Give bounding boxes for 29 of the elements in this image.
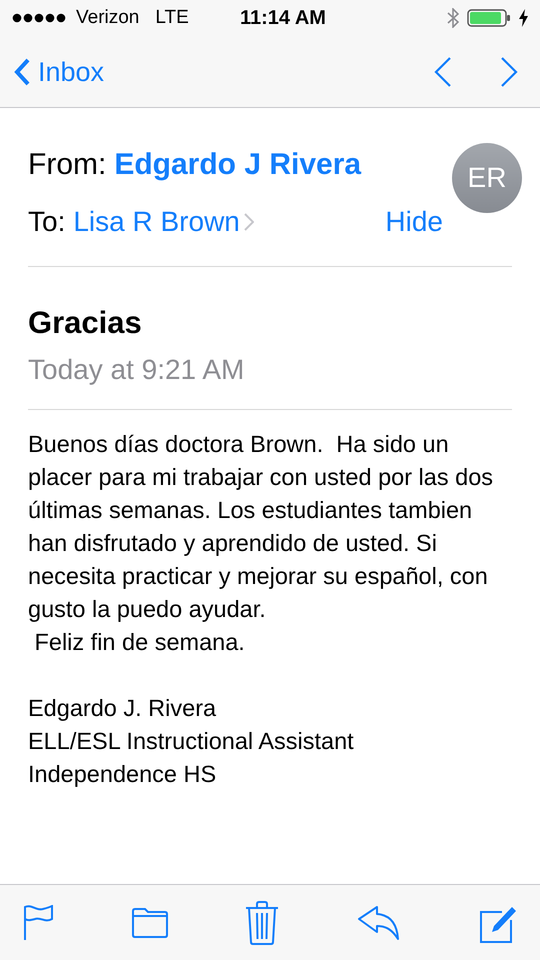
next-button[interactable] — [500, 57, 518, 87]
folder-button[interactable] — [132, 906, 168, 938]
message-paragraph: Buenos días doctora Brown. Ha sido un placer para mi trabajar con usted por las dos últimas semanas. Los estudiantes tambien han disfrutado y aprendido de usted. Si necesita practicar y mejorar su español, con gusto la puedo ayudar. — [28, 430, 494, 624]
chevron-left-icon — [14, 58, 30, 86]
from-label: From: — [28, 147, 106, 183]
subject: Gracias — [28, 304, 143, 342]
charging-icon — [519, 9, 528, 27]
signature-line: Edgardo J. Rivera — [28, 694, 218, 723]
message-date: Today at 9:21 AM — [28, 352, 246, 387]
chevron-right-icon — [244, 213, 254, 231]
signal-icon — [12, 13, 68, 23]
bluetooth-icon — [447, 8, 459, 28]
signature-line: ELL/ESL Instructional Assistant — [28, 727, 355, 756]
back-button[interactable]: Inbox — [14, 52, 104, 92]
previous-button[interactable] — [434, 57, 452, 87]
sender-name[interactable]: Edgardo J Rivera — [114, 142, 362, 187]
avatar: ER — [452, 143, 522, 213]
reply-button[interactable] — [356, 904, 400, 940]
signature-line: Independence HS — [28, 760, 218, 789]
network-type: LTE — [155, 6, 189, 30]
to-label: To: — [28, 205, 66, 239]
status-time: 11:14 AM — [240, 6, 326, 31]
flag-button[interactable] — [22, 904, 54, 940]
battery-icon — [467, 9, 511, 27]
hide-link[interactable]: Hide — [385, 201, 443, 243]
carrier-name: Verizon — [76, 6, 140, 30]
closing-line: Feliz fin de semana. — [34, 628, 246, 657]
recipient-name[interactable]: Lisa R Brown — [73, 201, 240, 243]
trash-button[interactable] — [245, 900, 279, 944]
